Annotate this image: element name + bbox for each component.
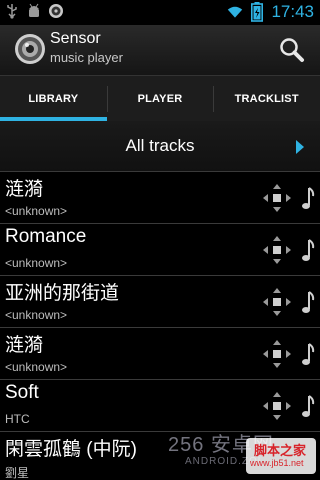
track-title: 涟漪: [5, 335, 44, 356]
list-item[interactable]: 亚洲的那街道 <unknown>: [0, 275, 320, 327]
music-note-icon: [300, 237, 316, 263]
track-artist: <unknown>: [5, 308, 68, 322]
tab-library[interactable]: LIBRARY: [0, 76, 107, 121]
track-artist: <unknown>: [5, 204, 68, 218]
battery-charging-icon: [249, 2, 265, 22]
tab-bar: LIBRARY PLAYER TRACKLIST: [0, 75, 320, 121]
track-title: 涟漪: [5, 179, 44, 200]
all-tracks-row[interactable]: All tracks: [0, 121, 320, 171]
drag-handle-icon[interactable]: [261, 234, 293, 266]
music-note-icon: [300, 393, 316, 419]
music-note-icon: [300, 289, 316, 315]
status-bar: 17:43: [0, 0, 320, 25]
list-item[interactable]: Romance <unknown>: [0, 223, 320, 275]
watermark-badge: 脚本之家 www.jb51.net: [246, 438, 316, 474]
list-item[interactable]: 涟漪 <unknown>: [0, 171, 320, 223]
search-icon[interactable]: [278, 36, 306, 64]
drag-handle-icon[interactable]: [261, 338, 293, 370]
track-title: 閑雲孤鶴 (中阮): [5, 439, 137, 460]
app-title: Sensor: [50, 30, 101, 47]
track-artist: <unknown>: [5, 360, 68, 374]
all-tracks-label: All tracks: [125, 136, 195, 155]
app-logo-icon[interactable]: [14, 33, 46, 65]
track-artist: 劉星: [5, 466, 30, 480]
action-bar: Sensor music player: [0, 25, 320, 75]
usb-icon: [4, 3, 20, 19]
wifi-icon: [227, 4, 243, 20]
track-title: Romance: [5, 226, 87, 247]
status-clock: 17:43: [271, 2, 314, 21]
watermark-badge-title: 脚本之家: [254, 443, 307, 458]
track-artist: HTC: [5, 412, 30, 426]
track-title: Soft: [5, 382, 39, 403]
media-icon: [48, 3, 64, 19]
watermark-badge-url: www.jb51.net: [250, 458, 304, 468]
music-note-icon: [300, 185, 316, 211]
tab-player[interactable]: PLAYER: [106, 76, 214, 121]
drag-handle-icon[interactable]: [261, 390, 293, 422]
android-debug-icon: [26, 3, 42, 19]
arrow-right-icon: [296, 140, 304, 154]
tab-tracklist[interactable]: TRACKLIST: [213, 76, 320, 121]
list-item[interactable]: Soft HTC: [0, 379, 320, 431]
track-artist: <unknown>: [5, 256, 68, 270]
app-subtitle: music player: [50, 50, 123, 65]
drag-handle-icon[interactable]: [261, 182, 293, 214]
music-note-icon: [300, 341, 316, 367]
drag-handle-icon[interactable]: [261, 286, 293, 318]
track-title: 亚洲的那街道: [5, 283, 120, 304]
list-item[interactable]: 涟漪 <unknown>: [0, 327, 320, 379]
